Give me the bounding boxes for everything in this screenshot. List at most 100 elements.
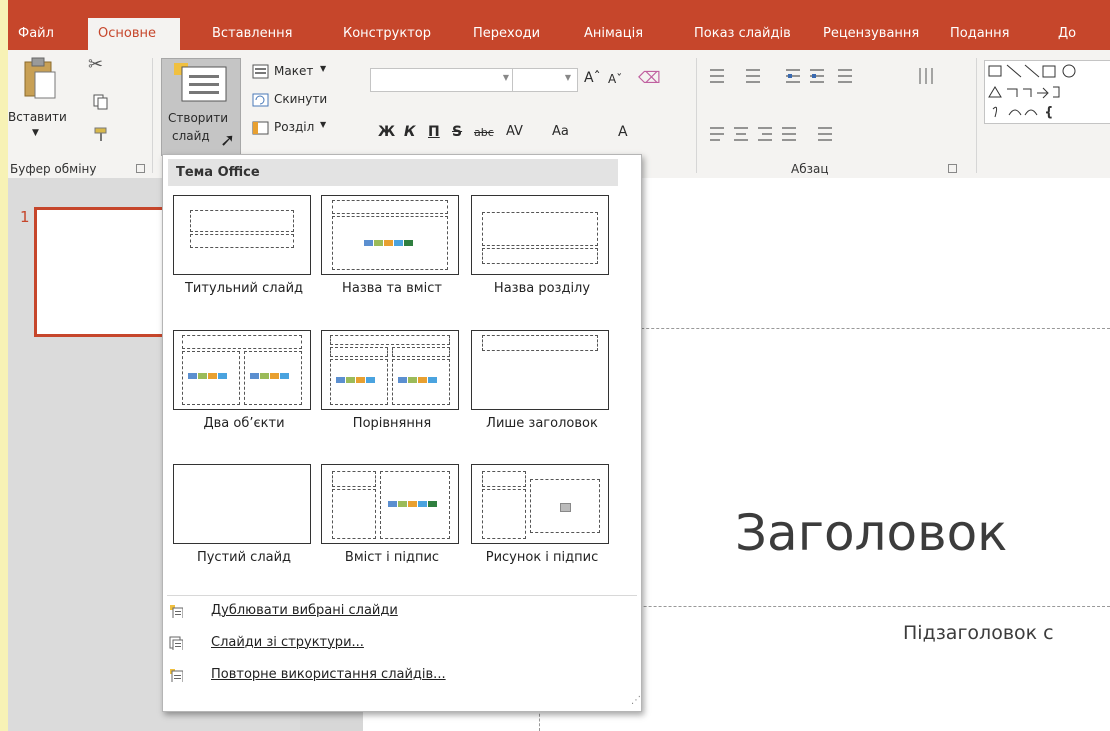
- shadow-button[interactable]: S: [452, 124, 462, 140]
- reuse-slides-label: Повторне використання слайдів...: [211, 667, 446, 682]
- char-spacing-button[interactable]: AV: [506, 124, 523, 139]
- new-slide-layout-menu: Тема Office Титульний слайд Назва та вмі…: [162, 154, 642, 712]
- tab-home[interactable]: Основне: [88, 18, 180, 50]
- layout-label: Вміст і підпис: [344, 550, 440, 565]
- layout-title-slide[interactable]: Титульний слайд: [171, 195, 321, 317]
- reset-icon: [252, 93, 269, 107]
- tab-insert[interactable]: Вставлення: [202, 18, 302, 50]
- tab-file[interactable]: Файл: [8, 18, 64, 50]
- duplicate-slides-icon: [170, 605, 183, 618]
- layout-label: Рисунок і підпис: [485, 550, 599, 565]
- layout-icon: [252, 64, 269, 79]
- layout-button[interactable]: Макет ▼: [252, 62, 342, 82]
- strikethrough-button[interactable]: abc: [474, 126, 494, 139]
- layout-label: Титульний слайд: [184, 281, 303, 296]
- layout-thumbnail: [471, 195, 609, 275]
- layout-thumbnail: [321, 464, 459, 544]
- layout-section-header[interactable]: Назва розділу: [469, 195, 619, 317]
- mouse-cursor-icon: ➚: [220, 130, 236, 151]
- layout-label: Пустий слайд: [196, 550, 292, 565]
- reuse-slides-command[interactable]: Повторне використання слайдів...: [169, 663, 629, 687]
- ribbon-separator: [152, 58, 153, 173]
- layout-thumbnail: [321, 330, 459, 410]
- duplicate-slides-command[interactable]: Дублювати вибрані слайди: [169, 599, 629, 623]
- paragraph-buttons-row2-icon[interactable]: [706, 122, 966, 146]
- paste-dropdown-arrow-icon: ▼: [32, 128, 39, 138]
- menu-separator: [167, 595, 637, 596]
- layout-label: Порівняння: [352, 416, 432, 431]
- reuse-slides-icon: [170, 669, 183, 682]
- format-painter-icon[interactable]: [93, 126, 109, 142]
- layout-thumbnail: [321, 195, 459, 275]
- ribbon-separator: [976, 58, 977, 173]
- font-name-combo[interactable]: ▼: [370, 68, 516, 92]
- resize-grip-icon[interactable]: ⋰: [631, 695, 641, 706]
- shapes-gallery[interactable]: {: [984, 60, 1110, 124]
- new-slide-icon: [174, 63, 227, 102]
- section-button[interactable]: Розділ ▼: [252, 118, 342, 138]
- tab-design[interactable]: Конструктор: [333, 18, 441, 50]
- layout-label: Макет: [274, 64, 314, 78]
- layout-two-content[interactable]: Два об’єкти: [171, 330, 321, 452]
- section-dropdown-icon: ▼: [320, 120, 327, 129]
- ribbon-separator: [696, 58, 697, 173]
- layout-blank[interactable]: Пустий слайд: [171, 464, 321, 586]
- paragraph-launcher-icon[interactable]: [948, 164, 957, 173]
- section-icon: [252, 121, 269, 135]
- layout-dropdown-icon: ▼: [320, 64, 327, 73]
- clipboard-group-label: Буфер обміну: [10, 162, 97, 176]
- slide-thumbnail[interactable]: [34, 207, 174, 337]
- paste-icon: [24, 57, 56, 99]
- layout-thumbnail: [471, 330, 609, 410]
- slide-subtitle[interactable]: Підзаголовок с: [903, 622, 1054, 644]
- layout-title-only[interactable]: Лише заголовок: [469, 330, 619, 452]
- ribbon-tab-bar: Файл Основне Вставлення Конструктор Пере…: [8, 0, 1110, 50]
- layout-content-caption[interactable]: Вміст і підпис: [319, 464, 469, 586]
- slides-from-outline-label: Слайди зі структури...: [211, 635, 364, 650]
- layout-thumbnail: [173, 195, 311, 275]
- slide-title[interactable]: Заголовок: [735, 504, 1007, 562]
- layout-thumbnail: [471, 464, 609, 544]
- paragraph-group-label: Абзац: [791, 162, 829, 176]
- new-slide-label-line1: Створити: [168, 111, 228, 125]
- tab-transitions[interactable]: Переходи: [463, 18, 550, 50]
- reset-button[interactable]: Скинути: [252, 90, 342, 110]
- bold-button[interactable]: Ж: [378, 124, 395, 140]
- copy-icon[interactable]: [93, 94, 109, 110]
- layout-label: Назва розділу: [493, 281, 591, 296]
- paste-label: Вставити: [8, 110, 67, 124]
- grow-font-icon[interactable]: Aˆ: [584, 70, 601, 86]
- font-color-button[interactable]: A: [618, 124, 628, 140]
- layout-title-content[interactable]: Назва та вміст: [319, 195, 469, 317]
- clear-formatting-icon[interactable]: ⌫: [638, 68, 661, 87]
- tab-view[interactable]: Подання: [940, 18, 1020, 50]
- layout-label: Два об’єкти: [203, 416, 285, 431]
- layout-comparison[interactable]: Порівняння: [319, 330, 469, 452]
- paste-button[interactable]: Вставити ▼: [8, 54, 76, 154]
- outline-icon: [169, 636, 183, 650]
- svg-text:{: {: [1045, 105, 1053, 119]
- menu-header: Тема Office: [168, 159, 618, 186]
- change-case-button[interactable]: Aa: [552, 124, 569, 139]
- shrink-font-icon[interactable]: Aˇ: [608, 72, 622, 86]
- layout-thumbnail: [173, 464, 311, 544]
- section-label: Розділ: [274, 120, 315, 134]
- underline-button[interactable]: П: [428, 124, 440, 140]
- tab-more[interactable]: До: [1048, 18, 1086, 50]
- new-slide-label-line2: слайд: [172, 129, 210, 143]
- slides-from-outline-command[interactable]: Слайди зі структури...: [169, 631, 629, 655]
- tab-review[interactable]: Рецензування: [813, 18, 929, 50]
- font-size-combo[interactable]: ▼: [512, 68, 578, 92]
- slide-number: 1: [20, 208, 30, 226]
- italic-button[interactable]: К: [404, 124, 415, 140]
- layout-picture-caption[interactable]: Рисунок і підпис: [469, 464, 619, 586]
- tab-animations[interactable]: Анімація: [574, 18, 653, 50]
- paragraph-buttons-row1-icon[interactable]: [706, 66, 966, 90]
- clipboard-launcher-icon[interactable]: [136, 164, 145, 173]
- layout-thumbnail: [173, 330, 311, 410]
- shapes-gallery-icon: {: [988, 64, 1076, 120]
- layout-label: Лише заголовок: [486, 416, 598, 431]
- cut-icon[interactable]: ✂: [88, 54, 103, 75]
- reset-label: Скинути: [274, 92, 328, 106]
- tab-slideshow[interactable]: Показ слайдів: [684, 18, 801, 50]
